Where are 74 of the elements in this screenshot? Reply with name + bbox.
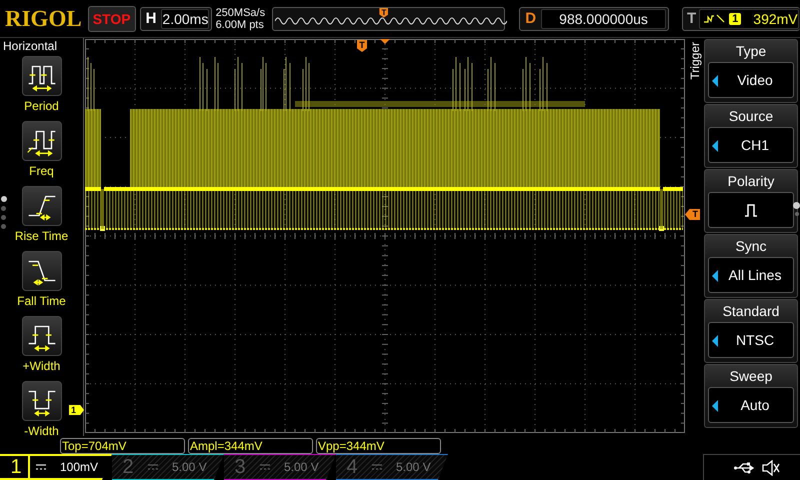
trigger-position-marker[interactable]: T — [379, 8, 388, 18]
menu-item-label: Polarity — [728, 172, 774, 191]
left-arrow-icon — [712, 335, 718, 347]
measure-label: -Width — [24, 424, 59, 438]
trigger-source: 1 — [729, 12, 742, 24]
measurement-readout: Vpp=344mV — [316, 438, 441, 454]
menu-value-button[interactable]: Auto — [708, 387, 794, 423]
memory-depth: 6.00M pts — [216, 18, 265, 30]
measurement-readout: Top=704mV — [60, 438, 185, 454]
sine-wave-icon — [275, 16, 508, 26]
trigger-level-marker[interactable]: T — [685, 209, 700, 220]
measure-label: Freq — [29, 164, 54, 178]
measure-button[interactable] — [22, 56, 62, 96]
menu-item-label: Sync — [735, 237, 767, 256]
measure-button[interactable] — [22, 316, 62, 356]
menu-title: Horizontal — [2, 38, 58, 55]
trigger-display[interactable]: T 1 392mV — [682, 6, 800, 30]
channel-tab[interactable]: 2 5.00 V — [112, 454, 224, 480]
measure-button[interactable] — [22, 251, 62, 291]
timebase-label: H — [144, 10, 158, 27]
channel-number: 1 — [9, 456, 23, 478]
measure-label: +Width — [22, 359, 60, 373]
edge-trigger-icon — [703, 12, 726, 24]
channel-scale: 5.00 V — [396, 460, 431, 474]
delay-value: 988.000000us — [541, 8, 666, 28]
timebase-value: 2.00ms — [161, 8, 210, 28]
left-arrow-icon — [712, 75, 718, 87]
channel-scale: 5.00 V — [172, 460, 207, 474]
channel-scale: 100mV — [60, 460, 98, 474]
brand-logo: RIGOL — [5, 6, 82, 32]
menu-item-label: Sweep — [730, 367, 772, 386]
menu-item-label: Source — [728, 107, 774, 126]
measure-button[interactable] — [22, 121, 62, 161]
menu-title: Trigger — [688, 42, 702, 80]
measure-button[interactable] — [22, 381, 62, 421]
left-arrow-icon — [712, 270, 718, 282]
menu-value-button[interactable]: NTSC — [708, 322, 794, 358]
trigger-position-marker[interactable]: T — [357, 40, 367, 52]
channel-number: 3 — [233, 456, 247, 478]
dc-coupling-icon — [260, 464, 270, 470]
sample-rate: 250MSa/s — [216, 6, 266, 18]
delay-label: D — [524, 10, 538, 27]
menu-item-label: Type — [736, 42, 766, 61]
measure-button[interactable] — [22, 186, 62, 226]
speaker-muted-icon[interactable] — [762, 460, 780, 476]
dc-coupling-icon — [148, 464, 158, 470]
positive-pulse-icon — [744, 203, 758, 217]
menu-value-button[interactable] — [708, 192, 794, 228]
channel-tab[interactable]: 4 5.00 V — [336, 454, 448, 480]
menu-value-button[interactable]: Video — [708, 62, 794, 98]
center-marker-icon — [380, 39, 390, 44]
measure-label: Rise Time — [14, 229, 68, 243]
channel-offset-marker[interactable]: 1 — [69, 405, 84, 415]
measure-label: Period — [24, 99, 59, 113]
dc-coupling-icon — [372, 464, 382, 470]
usb-icon — [734, 462, 756, 474]
menu-value-button[interactable]: All Lines — [708, 257, 794, 293]
channel-scale: 5.00 V — [284, 460, 319, 474]
trigger-level: 392mV — [753, 10, 798, 26]
trigger-label: T — [686, 10, 698, 27]
measurement-readout: Ampl=344mV — [188, 438, 313, 454]
left-arrow-icon — [712, 140, 718, 152]
menu-value-button[interactable]: CH1 — [708, 127, 794, 163]
dc-coupling-icon — [36, 464, 46, 470]
channel-tab[interactable]: 3 5.00 V — [224, 454, 336, 480]
measure-label: Fall Time — [17, 294, 66, 308]
channel-number: 2 — [121, 456, 135, 478]
delay-display[interactable]: D 988.000000us — [519, 6, 669, 30]
channel-number: 4 — [345, 456, 359, 478]
left-arrow-icon — [712, 400, 718, 412]
channel-tab[interactable]: 1 100mV — [0, 454, 112, 480]
run-state-button[interactable]: STOP — [88, 6, 136, 32]
menu-item-label: Standard — [722, 302, 780, 321]
timebase-display[interactable]: H 2.00ms — [140, 6, 212, 30]
